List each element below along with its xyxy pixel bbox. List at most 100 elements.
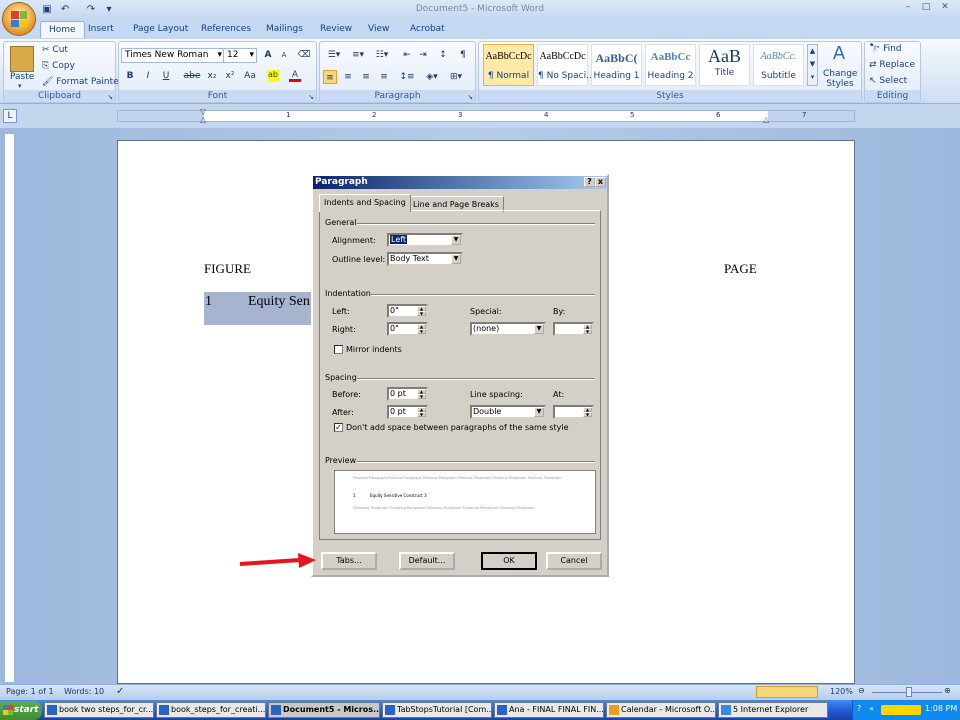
tab-home[interactable]: Home xyxy=(40,21,85,38)
tab-selector-icon[interactable]: L xyxy=(3,109,17,123)
vertical-ruler[interactable] xyxy=(4,133,15,683)
spin-down-icon[interactable]: ▼ xyxy=(417,329,426,334)
spin-down-icon[interactable]: ▼ xyxy=(583,412,592,417)
style-subtitle[interactable]: AaBbCc. Subtitle xyxy=(753,44,804,86)
spin-down-icon[interactable]: ▼ xyxy=(583,329,592,334)
taskbar-item[interactable]: Document5 - Micros... xyxy=(268,702,380,718)
after-spinner[interactable]: 0 pt ▲ ▼ xyxy=(387,405,428,419)
strikethrough-button[interactable]: abe xyxy=(183,69,201,83)
line-spacing-icon[interactable]: ↕≡ xyxy=(397,70,417,84)
start-button[interactable]: start xyxy=(0,701,42,720)
tab-indents-spacing[interactable]: Indents and Spacing xyxy=(319,194,411,212)
select-button[interactable]: ↖ Select xyxy=(869,76,907,86)
tab-insert[interactable]: Insert xyxy=(80,21,122,38)
taskbar-item[interactable]: TabStopsTutorial [Com... xyxy=(382,702,492,718)
default-button[interactable]: Default... xyxy=(399,552,455,570)
paragraph-launcher-icon[interactable]: ↘ xyxy=(467,93,473,101)
underline-button[interactable]: U xyxy=(159,69,173,83)
font-color-icon[interactable]: A xyxy=(289,70,301,82)
close-icon[interactable]: ✕ xyxy=(936,2,954,16)
alignment-select[interactable]: Left ▼ xyxy=(387,233,463,247)
pilcrow-icon[interactable]: ¶ xyxy=(456,48,470,62)
minimize-icon[interactable]: – xyxy=(900,2,916,16)
hanging-indent-marker[interactable]: △ xyxy=(200,115,209,124)
highlight-icon[interactable]: ab xyxy=(267,70,279,82)
view-buttons[interactable] xyxy=(756,686,818,698)
change-case-button[interactable]: Aa xyxy=(241,69,259,83)
zoom-out-icon[interactable]: ⊖ xyxy=(858,686,865,695)
taskbar-item[interactable]: book two steps_for_cr... xyxy=(44,702,154,718)
spin-down-icon[interactable]: ▼ xyxy=(417,311,426,316)
tab-review[interactable]: Review xyxy=(312,21,360,38)
page-count[interactable]: Page: 1 of 1 xyxy=(6,687,54,696)
tab-view[interactable]: View xyxy=(360,21,397,38)
help-button[interactable]: ? xyxy=(584,177,595,187)
horizontal-ruler[interactable]: ▽ △ △ 1 2 3 4 5 6 7 xyxy=(117,107,855,124)
tab-page-layout[interactable]: Page Layout xyxy=(125,21,196,38)
zoom-thumb[interactable] xyxy=(906,687,912,697)
change-styles-button[interactable]: Change Styles xyxy=(823,69,857,89)
increase-indent-icon[interactable]: ⇥ xyxy=(416,48,430,62)
style-heading-1[interactable]: AaBbC( Heading 1 xyxy=(591,44,642,86)
clear-format-icon[interactable]: ⌫ xyxy=(297,48,311,62)
font-size-combo[interactable]: 12 ▾ xyxy=(223,48,257,63)
paste-dropdown-icon[interactable]: ▾ xyxy=(18,82,22,90)
at-spinner[interactable]: ▲ ▼ xyxy=(553,405,594,419)
font-launcher-icon[interactable]: ↘ xyxy=(308,93,314,101)
multilevel-list-icon[interactable]: ☷▾ xyxy=(371,48,393,62)
word-count[interactable]: Words: 10 xyxy=(64,687,104,696)
grow-font-button[interactable]: A xyxy=(261,48,275,62)
office-button[interactable] xyxy=(2,2,36,36)
numbering-icon[interactable]: ≡▾ xyxy=(347,48,369,62)
left-indent-spinner[interactable]: 0" ▲ ▼ xyxy=(387,304,428,318)
mirror-indents-checkbox[interactable] xyxy=(334,345,343,354)
style-normal[interactable]: AaBbCcDc ¶ Normal xyxy=(483,44,534,86)
style-title[interactable]: AaB Title xyxy=(699,44,750,86)
dont-add-space-checkbox[interactable]: ✓ xyxy=(334,423,343,432)
zoom-in-icon[interactable]: ⊕ xyxy=(944,686,951,695)
tabs-button[interactable]: Tabs... xyxy=(321,552,377,570)
copy-button[interactable]: ⎘ Copy xyxy=(42,61,75,71)
sort-icon[interactable]: ↕ xyxy=(436,48,450,62)
taskbar-item[interactable]: Ana - FINAL FINAL FIN... xyxy=(494,702,604,718)
spin-down-icon[interactable]: ▼ xyxy=(417,394,426,399)
before-spinner[interactable]: 0 pt ▲ ▼ xyxy=(387,387,428,401)
shrink-font-button[interactable]: A xyxy=(277,48,291,62)
find-button[interactable]: 🔭 Find xyxy=(869,44,902,54)
outline-level-select[interactable]: Body Text ▼ xyxy=(387,252,463,266)
taskbar-item[interactable]: 5 Internet Explorer xyxy=(718,702,828,718)
superscript-button[interactable]: x² xyxy=(223,69,237,83)
format-painter-button[interactable]: 🖌 Format Painter xyxy=(42,77,122,87)
first-line-indent-marker[interactable]: ▽ xyxy=(200,107,209,116)
style-heading-2[interactable]: AaBbCc Heading 2 xyxy=(645,44,696,86)
tray-network-icon[interactable]: « xyxy=(869,704,874,713)
shading-icon[interactable]: ◈▾ xyxy=(422,70,442,84)
align-center-icon[interactable]: ≡ xyxy=(341,70,355,84)
right-indent-marker[interactable]: △ xyxy=(763,115,772,124)
proofing-icon[interactable]: ✓ xyxy=(116,686,124,697)
style-no-spacing[interactable]: AaBbCcDc ¶ No Spaci... xyxy=(537,44,595,86)
ok-button[interactable]: OK xyxy=(481,552,537,570)
styles-scroll[interactable]: ▲ ▼ ▾ xyxy=(807,44,818,86)
tab-references[interactable]: References xyxy=(193,21,259,38)
justify-icon[interactable]: ≡ xyxy=(377,70,391,84)
zoom-level[interactable]: 120% xyxy=(830,687,853,696)
dialog-close-button[interactable]: x xyxy=(595,177,606,187)
right-indent-spinner[interactable]: 0" ▲ ▼ xyxy=(387,322,428,336)
subscript-button[interactable]: x₂ xyxy=(205,69,219,83)
align-right-icon[interactable]: ≡ xyxy=(359,70,373,84)
bullets-icon[interactable]: ☰▾ xyxy=(323,48,345,62)
align-left-icon[interactable]: ≡ xyxy=(323,70,337,84)
font-name-combo[interactable]: Times New Roman ▾ xyxy=(121,48,225,63)
replace-button[interactable]: ⇄ Replace xyxy=(869,60,915,70)
tray-icons[interactable] xyxy=(881,705,921,715)
line-spacing-select[interactable]: Double ▼ xyxy=(470,405,546,419)
decrease-indent-icon[interactable]: ⇤ xyxy=(400,48,414,62)
taskbar-item[interactable]: Calendar - Microsoft O... xyxy=(606,702,716,718)
paste-icon[interactable] xyxy=(10,46,34,72)
tab-acrobat[interactable]: Acrobat xyxy=(402,21,453,38)
italic-button[interactable]: I xyxy=(141,69,155,83)
tab-mailings[interactable]: Mailings xyxy=(258,21,311,38)
spin-down-icon[interactable]: ▼ xyxy=(417,412,426,417)
tray-help-icon[interactable]: ? xyxy=(857,704,861,713)
